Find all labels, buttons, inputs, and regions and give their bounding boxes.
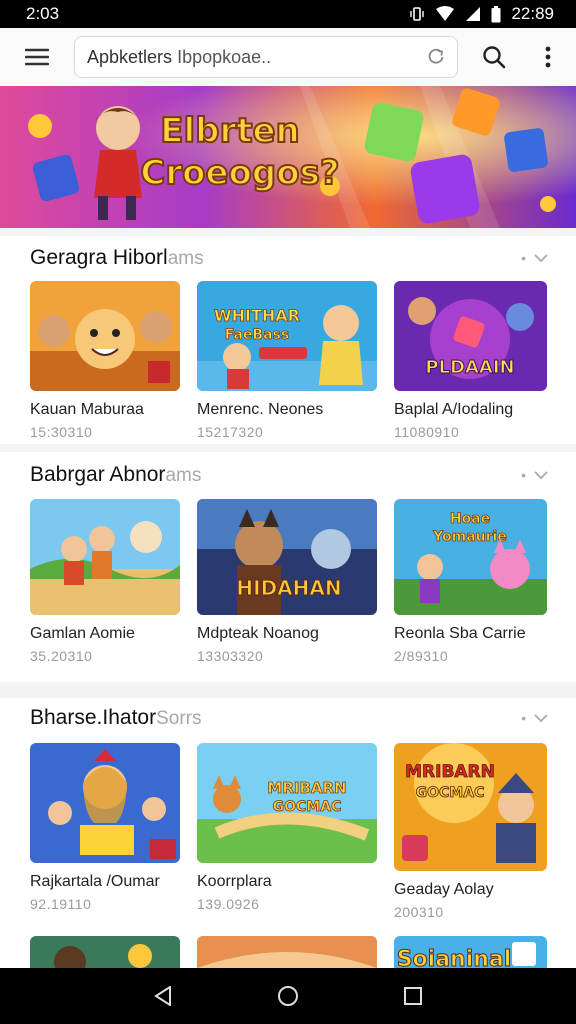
game-card[interactable]: Kauan Maburaa 15:30310 [30, 281, 180, 440]
system-nav-bar [0, 968, 576, 1024]
wifi-icon [436, 6, 455, 21]
card-title: Gamlan Aomie [30, 625, 135, 642]
app-bar: Apbketlers Ibpopkoae.. [0, 28, 576, 86]
refresh-icon[interactable] [427, 48, 445, 66]
game-thumbnail: MRIBARN GOCMAC [394, 743, 547, 871]
chevron-down-icon [534, 471, 548, 479]
card-title: Reonla Sba Carrie [394, 625, 526, 642]
thumb-text: HIDAHAN [236, 576, 341, 600]
status-icons: 22:89 [409, 4, 554, 24]
card-title: Koorrplara [197, 873, 272, 890]
game-thumbnail: HIDAHAN [197, 499, 377, 615]
more-vert-icon [545, 46, 551, 68]
game-card[interactable]: HIDAHAN Mdpteak Noanog 13303320 [197, 499, 377, 664]
card-title: Baplal A/Iodaling [394, 401, 514, 418]
status-time: 2:03 [26, 4, 60, 23]
thumb-text: Yomaurie [432, 529, 507, 545]
thumb-text: Soianinal [397, 947, 512, 968]
back-triangle-icon [153, 986, 171, 1006]
more-options-button[interactable] [528, 28, 568, 86]
card-meta: 35.20310 [30, 648, 93, 664]
thumb-text: FaeBass [225, 327, 289, 343]
thumb-text: MRIBARN [405, 762, 495, 782]
card-meta: 2/89310 [394, 648, 449, 664]
back-button[interactable] [133, 968, 193, 1024]
game-card[interactable]: MRIBARN GOCMAC Koorrplara 139.0926 [197, 743, 377, 912]
card-meta: 15217320 [197, 424, 264, 440]
signal-icon [466, 7, 481, 21]
banner-title-line1: Elbrten [160, 111, 300, 151]
game-card[interactable]: Soianinal [394, 936, 547, 968]
divider [0, 228, 576, 236]
divider [0, 444, 576, 452]
game-thumbnail: MRIBARN GOCMAC [197, 743, 377, 863]
banner-cube-green [364, 102, 424, 162]
section-title: Babrgar Abnorams [30, 463, 202, 486]
divider [0, 682, 576, 698]
game-card[interactable]: MRIBARN GOCMAC Geaday Aolay 200310 [394, 743, 547, 920]
game-thumbnail: PLDAAIN [394, 281, 547, 391]
thumb-text: WHITHAR [214, 306, 300, 325]
vibrate-icon [410, 7, 425, 21]
game-card[interactable]: WHITHAR FaeBass Menrenc. Neones 15217320 [197, 281, 377, 440]
card-meta: 13303320 [197, 648, 264, 664]
card-meta: 92.19110 [30, 896, 92, 912]
section-header: Bharse.IhatorSorrs • [30, 703, 548, 733]
chevron-down-icon [534, 254, 548, 262]
card-meta: 139.0926 [197, 896, 260, 912]
section-header: Babrgar Abnorams • [30, 460, 548, 490]
card-title: Rajkartala /Oumar [30, 873, 160, 890]
thumb-text: GOCMAC [273, 799, 342, 815]
search-input[interactable]: Apbketlers Ibpopkoae.. [74, 36, 458, 78]
game-card[interactable]: Gamlan Aomie 35.20310 [30, 499, 180, 664]
game-card[interactable] [30, 936, 180, 968]
thumb-text: GOCMAC [416, 785, 485, 801]
game-thumbnail [30, 281, 180, 391]
search-button[interactable] [460, 28, 528, 86]
card-title: Geaday Aolay [394, 881, 494, 898]
menu-button[interactable] [0, 28, 74, 86]
search-icon [483, 46, 506, 69]
banner-title-line2: Croeogos? [140, 153, 339, 193]
search-text: Apbketlers Ibpopkoae.. [87, 47, 271, 68]
section-more-button[interactable]: • [521, 710, 548, 726]
section-more-button[interactable]: • [521, 467, 548, 483]
card-title: Mdpteak Noanog [197, 625, 319, 642]
game-thumbnail [30, 499, 180, 615]
status-bar: 2:03 22:89 [0, 0, 576, 28]
thumb-text: Hoae [450, 511, 490, 527]
section-header: Geragra Hiborlams • [30, 243, 548, 273]
search-value: Apbketlers [87, 46, 173, 67]
recents-button[interactable] [383, 968, 443, 1024]
status-clock-right: 22:89 [511, 4, 554, 23]
section-title: Geragra Hiborlams [30, 246, 204, 269]
home-button[interactable] [258, 968, 318, 1024]
section-peek: Soianinal [0, 936, 576, 968]
search-placeholder: Ibpopkoae.. [177, 46, 272, 67]
game-thumbnail [30, 743, 180, 863]
hamburger-icon [25, 48, 49, 66]
card-meta: 15:30310 [30, 424, 93, 440]
card-title: Menrenc. Neones [197, 401, 324, 418]
chevron-down-icon [534, 714, 548, 722]
banner-cube-blue2 [504, 128, 548, 172]
game-card[interactable] [197, 936, 377, 968]
game-card[interactable]: Rajkartala /Oumar 92.19110 [30, 743, 180, 912]
card-title: Kauan Maburaa [30, 401, 144, 418]
section-more-button[interactable]: • [521, 250, 548, 266]
battery-icon [491, 5, 501, 22]
featured-banner[interactable]: Elbrten Croeogos? [0, 86, 576, 228]
thumb-text: PLDAAIN [425, 357, 514, 378]
game-card[interactable]: PLDAAIN Baplal A/Iodaling 11080910 [394, 281, 547, 440]
game-thumbnail: Hoae Yomaurie [394, 499, 547, 615]
recents-square-icon [404, 987, 423, 1005]
banner-cube-purple [410, 154, 480, 224]
game-card[interactable]: Hoae Yomaurie Reonla Sba Carrie 2/89310 [394, 499, 547, 664]
section-title: Bharse.IhatorSorrs [30, 706, 202, 729]
home-circle-icon [277, 986, 298, 1006]
card-meta: 200310 [394, 904, 444, 920]
card-meta: 11080910 [394, 424, 460, 440]
thumb-text: MRIBARN [267, 779, 346, 797]
game-thumbnail: WHITHAR FaeBass [197, 281, 377, 391]
